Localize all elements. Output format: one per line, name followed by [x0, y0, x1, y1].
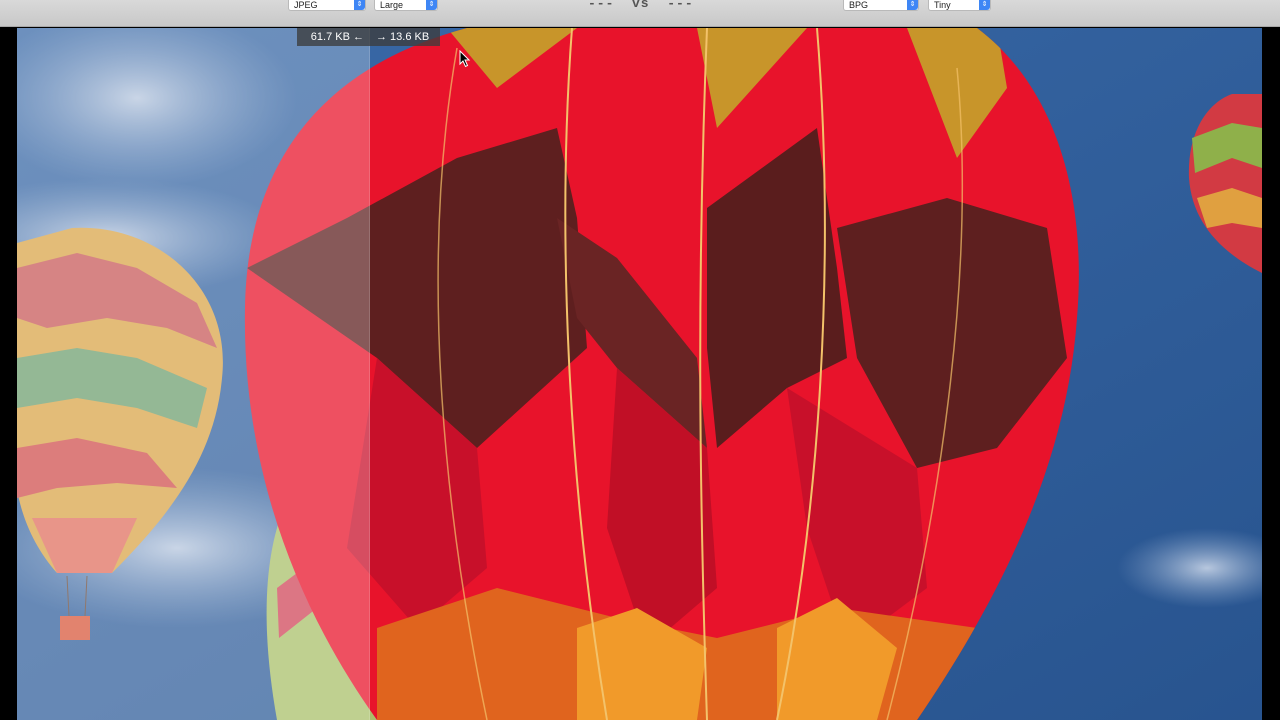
right-format-select[interactable]: BPG ⇕ — [843, 0, 919, 11]
chevron-updown-icon: ⇕ — [354, 0, 365, 10]
left-format-select[interactable]: JPEG ⇕ — [288, 0, 366, 11]
compare-divider[interactable] — [369, 28, 370, 720]
left-quality-select[interactable]: Large ⇕ — [374, 0, 438, 11]
right-file-size: → 13.6 KB — [370, 28, 440, 46]
toolbar: JPEG ⇕ Large ⇕ --- vs --- BPG ⇕ Tiny ⇕ — [0, 0, 1280, 27]
left-file-size: 61.7 KB ← — [297, 28, 370, 46]
comparison-viewer[interactable] — [17, 28, 1262, 720]
left-format-value: JPEG — [294, 0, 318, 10]
left-compare-pane — [17, 28, 370, 720]
left-gutter — [0, 28, 17, 720]
chevron-updown-icon: ⇕ — [426, 0, 437, 10]
right-format-value: BPG — [849, 0, 869, 10]
chevron-updown-icon: ⇕ — [979, 0, 990, 10]
chevron-updown-icon: ⇕ — [907, 0, 918, 10]
right-quality-select[interactable]: Tiny ⇕ — [928, 0, 991, 11]
mouse-pointer-icon — [459, 50, 471, 68]
left-quality-value: Large — [380, 0, 404, 10]
vs-label: --- vs --- — [588, 0, 694, 11]
right-quality-value: Tiny — [934, 0, 951, 10]
right-gutter — [1262, 28, 1280, 720]
